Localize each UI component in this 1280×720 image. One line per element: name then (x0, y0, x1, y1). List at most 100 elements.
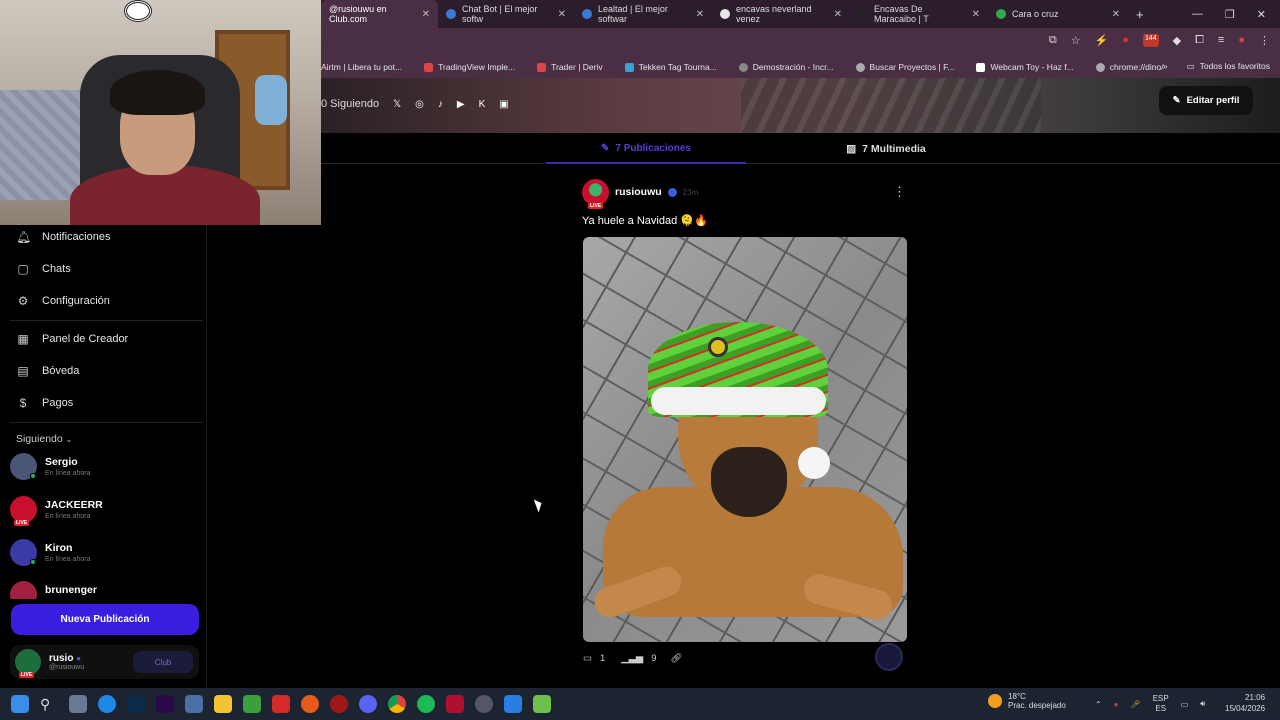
windows-start-icon[interactable] (11, 695, 29, 713)
folder-icon[interactable] (214, 695, 232, 713)
voicemod-icon[interactable] (446, 695, 464, 713)
edit-profile-button[interactable]: ✎ Editar perfil (1159, 86, 1253, 115)
browser-tab[interactable]: Encavas De Maracaibo | T ✕ (850, 0, 988, 28)
post-image[interactable] (583, 237, 907, 642)
chevron-up-icon[interactable]: ⌃ (1095, 700, 1102, 709)
extension-icon[interactable]: ● (1122, 34, 1129, 47)
spotify-icon[interactable] (417, 695, 435, 713)
following-item[interactable]: LIVE JACKEERR En línea ahora (10, 496, 103, 526)
browser-tab[interactable]: Chat Bot | El mejor softw ✕ (438, 0, 574, 28)
following-item[interactable]: brunenger (10, 581, 97, 599)
all-bookmarks-folder[interactable]: » ▭ Todos los favoritos (1163, 61, 1270, 72)
maximize-icon[interactable]: ❐ (1225, 8, 1235, 21)
sidebar-item-settings[interactable]: ⚙ Configuración (16, 294, 110, 308)
search-icon[interactable]: ⚲ (40, 695, 58, 713)
deriv-icon[interactable] (272, 695, 290, 713)
bookmark-item[interactable]: Tekken Tag Tourna... (624, 62, 717, 72)
new-post-button[interactable]: Nueva Publicación (11, 604, 199, 635)
store-icon[interactable] (185, 695, 203, 713)
media-icon[interactable]: ≡ (1218, 34, 1224, 47)
folder-icon: ▭ (1186, 61, 1195, 71)
network-icon[interactable]: ▭ (1181, 700, 1189, 709)
install-icon[interactable]: ⧉ (1049, 34, 1057, 47)
sidebar-item-creator-panel[interactable]: ▦ Panel de Creador (16, 332, 128, 346)
live-badge: LIVE (588, 203, 604, 209)
twitch-icon[interactable]: ▣ (499, 99, 508, 110)
bookmark-item[interactable]: Demostración - Incr... (738, 62, 834, 72)
kick-icon[interactable]: K (479, 99, 486, 110)
post-more-options-icon[interactable]: ⋮ (893, 184, 906, 200)
browser-tab[interactable]: Lealtad | El mejor softwar ✕ (574, 0, 712, 28)
extensions-puzzle-icon[interactable]: ⧠ (1195, 34, 1204, 47)
extension-icon[interactable]: ⚡ (1095, 34, 1109, 47)
minimize-icon[interactable]: — (1192, 8, 1203, 20)
bookmark-item[interactable]: Webcam Toy - Haz f... (976, 62, 1074, 72)
bookmark-item[interactable]: Trader | Deriv (537, 62, 603, 72)
close-icon[interactable]: ✕ (422, 9, 430, 20)
sidebar-item-chats[interactable]: ▢ Chats (16, 262, 70, 276)
following-item[interactable]: Kiron En línea ahora (10, 539, 91, 566)
language-indicator[interactable]: ESP ES (1153, 694, 1169, 714)
comment-icon[interactable]: ▭ (583, 653, 592, 664)
app-icon[interactable] (504, 695, 522, 713)
brave-icon[interactable] (301, 695, 319, 713)
close-window-icon[interactable]: ✕ (1257, 8, 1266, 21)
tab-media[interactable]: ▨ 7 Multimedia (811, 134, 961, 164)
vault-icon: ▤ (17, 364, 29, 378)
post-author-avatar[interactable]: LIVE (582, 179, 609, 209)
clover-icon (996, 9, 1006, 19)
post-author-name[interactable]: rusiouwu (615, 186, 662, 198)
close-icon[interactable]: ✕ (558, 9, 566, 20)
system-clock[interactable]: 21:06 15/04/2026 (1225, 692, 1265, 714)
photoshop-icon[interactable] (127, 695, 145, 713)
bookmark-item[interactable]: TradingView Imple... (424, 62, 515, 72)
bookmark-item[interactable]: chrome://dino/ (1095, 62, 1164, 72)
chrome-icon[interactable] (388, 695, 406, 713)
weather-widget[interactable]: 18°C Prac. despejado (988, 692, 1066, 710)
bookmark-item[interactable]: Airtm | Libera tu pot... (321, 62, 402, 72)
new-tab-button[interactable]: + (1128, 0, 1148, 28)
close-icon[interactable]: ✕ (696, 9, 704, 20)
instagram-icon[interactable]: ◎ (415, 99, 424, 110)
extension-icon[interactable]: ◆ (1173, 34, 1181, 47)
following-item[interactable]: Sergio En línea ahora (10, 453, 91, 480)
current-user-card[interactable]: LIVE rusio ● @rusiouwu Club (10, 645, 199, 679)
bookmark-star-icon[interactable]: ☆ (1071, 34, 1081, 47)
premiere-icon[interactable] (156, 695, 174, 713)
following-count[interactable]: 0 Siguiendo (321, 98, 379, 110)
tab-posts[interactable]: ✎ 7 Publicaciones (546, 134, 746, 164)
app-icon[interactable] (475, 695, 493, 713)
club-badge-icon[interactable] (875, 643, 903, 671)
profile-avatar-icon[interactable]: ● (1238, 34, 1245, 47)
comment-count: 1 (599, 653, 606, 664)
tray-app-icon[interactable]: ● (1114, 700, 1119, 709)
club-coin-button[interactable]: Club (133, 651, 193, 673)
minecraft-icon[interactable] (243, 695, 261, 713)
link-icon[interactable]: 🔗︎ (671, 653, 683, 664)
volume-icon[interactable]: 🔊︎ (1200, 699, 1205, 709)
microphone-icon[interactable]: 🎤︎ (1131, 700, 1141, 709)
menu-kebab-icon[interactable]: ⋮ (1259, 34, 1270, 47)
sidebar-item-notifications[interactable]: 🔔︎ Notificaciones (16, 230, 110, 244)
bluestacks-icon[interactable] (533, 695, 551, 713)
edge-icon[interactable] (98, 695, 116, 713)
browser-tab[interactable]: @rusiouwu en Club.com ✕ (321, 0, 438, 28)
close-icon[interactable]: ✕ (834, 9, 842, 20)
app-icon[interactable] (69, 695, 87, 713)
app-icon[interactable] (330, 695, 348, 713)
discord-icon[interactable] (359, 695, 377, 713)
close-icon[interactable]: ✕ (1112, 9, 1120, 20)
x-icon[interactable]: 𝕏 (393, 99, 401, 110)
extension-badge[interactable]: 144 (1142, 34, 1159, 47)
close-icon[interactable]: ✕ (972, 9, 980, 20)
browser-tab-bar: @rusiouwu en Club.com ✕ Chat Bot | El me… (321, 0, 1280, 28)
browser-tab[interactable]: encavas neverland venez ✕ (712, 0, 850, 28)
browser-tab[interactable]: Cara o cruz ✕ (988, 0, 1128, 28)
tiktok-icon[interactable]: ♪ (438, 99, 443, 110)
sidebar-item-vault[interactable]: ▤ Bóveda (16, 364, 79, 378)
avatar: LIVE (15, 649, 41, 678)
sidebar-item-payments[interactable]: $ Pagos (16, 396, 74, 410)
following-section-title[interactable]: Siguiendo ⌄ (16, 433, 72, 445)
youtube-icon[interactable]: ▶ (457, 99, 465, 110)
bookmark-item[interactable]: Buscar Proyectos | F... (855, 62, 954, 72)
